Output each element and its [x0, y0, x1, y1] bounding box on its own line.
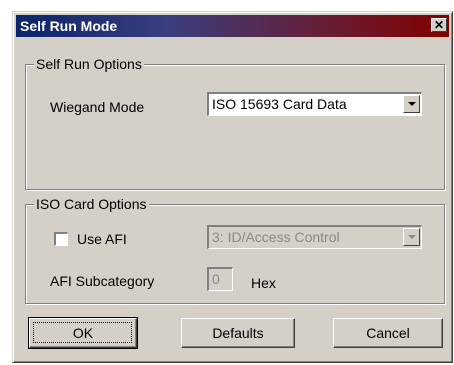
chevron-down-icon[interactable]: [403, 95, 420, 113]
focus-ring: [33, 322, 132, 343]
afi-value: 3: ID/Access Control: [212, 229, 340, 245]
afi-subcategory-label: AFI Subcategory: [50, 273, 155, 289]
chevron-down-icon[interactable]: [403, 228, 420, 246]
self-run-options-group: Self Run Options: [25, 55, 445, 190]
iso-card-options-legend: ISO Card Options: [34, 195, 149, 213]
self-run-mode-dialog: Self Run Mode ✕ Self Run Options Wiegand…: [12, 11, 453, 363]
cancel-button-label: Cancel: [366, 325, 410, 341]
hex-label: Hex: [251, 275, 276, 291]
afi-select[interactable]: 3: ID/Access Control: [207, 225, 422, 249]
use-afi-label[interactable]: Use AFI: [77, 230, 127, 248]
wiegand-mode-value: ISO 15693 Card Data: [212, 96, 347, 112]
cancel-button[interactable]: Cancel: [333, 318, 443, 348]
afi-subcategory-value: 0: [212, 271, 220, 287]
use-afi-checkbox[interactable]: [54, 232, 68, 246]
close-button[interactable]: ✕: [431, 18, 447, 32]
self-run-options-legend: Self Run Options: [34, 55, 144, 73]
defaults-button-label: Defaults: [212, 325, 264, 341]
wiegand-mode-label: Wiegand Mode: [50, 99, 145, 115]
title-bar[interactable]: Self Run Mode ✕: [16, 15, 449, 37]
close-icon: ✕: [433, 18, 445, 32]
wiegand-mode-select[interactable]: ISO 15693 Card Data: [207, 92, 422, 116]
dialog-title: Self Run Mode: [20, 18, 118, 34]
ok-button[interactable]: OK: [28, 317, 138, 349]
afi-subcategory-input[interactable]: 0: [207, 267, 233, 291]
defaults-button[interactable]: Defaults: [181, 318, 295, 348]
